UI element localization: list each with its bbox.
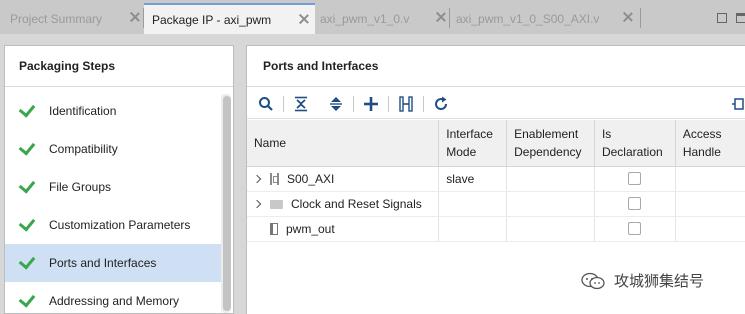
expand-all-icon[interactable]: [327, 95, 345, 113]
toolbar-divider: [283, 96, 284, 112]
is-declaration-cell: [594, 166, 676, 192]
tab-label: Package IP - axi_pwm: [152, 12, 272, 27]
ports-toolbar: [247, 89, 745, 119]
toolbar-divider: [423, 96, 424, 112]
step-identification[interactable]: Identification: [5, 92, 221, 130]
column-header-access-handle[interactable]: Access Handle: [675, 120, 745, 167]
ports-table: Name Interface Mode Enablement Dependency …: [247, 120, 745, 242]
is-declaration-checkbox[interactable]: [628, 197, 642, 210]
editor-tab-bar: Project Summary Package IP - axi_pwm axi…: [0, 0, 745, 34]
is-declaration-cell: [594, 216, 676, 242]
interface-mode-cell: [438, 191, 508, 217]
column-header-is-declaration[interactable]: Is Declaration: [594, 120, 676, 167]
column-header-name[interactable]: Name: [247, 120, 440, 167]
column-header-label: Declaration: [601, 144, 663, 159]
table-row[interactable]: S00_AXI slave: [247, 166, 745, 192]
column-header-label: Mode: [446, 144, 477, 159]
column-header-label: Interface: [446, 126, 493, 141]
maximize-icon[interactable]: [736, 13, 745, 23]
interface-icon[interactable]: [397, 95, 415, 113]
table-header-row: Name Interface Mode Enablement Dependency …: [247, 120, 745, 167]
column-header-label: Handle: [682, 144, 721, 159]
watermark: 攻城狮集结号: [580, 270, 704, 291]
port-icon: [270, 222, 278, 235]
tab-label: axi_pwm_v1_0.v: [320, 11, 410, 26]
settings-icon[interactable]: [730, 95, 745, 113]
step-label: Ports and Interfaces: [49, 256, 157, 270]
tab-package-ip[interactable]: Package IP - axi_pwm: [144, 3, 315, 34]
row-name: pwm_out: [286, 221, 335, 236]
step-label: Addressing and Memory: [49, 294, 180, 308]
column-header-label: Access: [682, 126, 722, 141]
add-icon[interactable]: [362, 95, 380, 113]
enablement-cell: [506, 191, 595, 217]
check-icon: [18, 289, 36, 308]
row-name: Clock and Reset Signals: [291, 196, 422, 211]
column-header-label: Name: [254, 135, 287, 150]
column-header-label: Enablement: [514, 126, 579, 141]
chevron-right-icon[interactable]: [252, 174, 262, 183]
access-handle-cell: [675, 216, 745, 242]
step-label: Compatibility: [49, 142, 118, 156]
check-icon: [18, 137, 36, 156]
is-declaration-checkbox[interactable]: [628, 222, 642, 235]
step-label: Customization Parameters: [49, 218, 191, 232]
toolbar-divider: [353, 96, 354, 112]
close-icon[interactable]: [436, 12, 446, 22]
access-handle-cell: [675, 166, 745, 192]
tab-label: axi_pwm_v1_0_S00_AXI.v: [456, 11, 600, 26]
enablement-cell: [506, 166, 595, 192]
row-name: S00_AXI: [287, 171, 335, 186]
search-icon[interactable]: [257, 95, 275, 113]
interface-mode-cell: [438, 216, 508, 242]
tab-axi-pwm-v1-0[interactable]: axi_pwm_v1_0.v: [316, 3, 448, 34]
collapse-all-icon[interactable]: [292, 95, 310, 113]
access-handle-cell: [675, 191, 745, 217]
table-row[interactable]: pwm_out: [247, 216, 745, 242]
enablement-cell: [506, 216, 595, 242]
column-header-enablement-dependency[interactable]: Enablement Dependency: [506, 120, 595, 167]
close-icon[interactable]: [623, 12, 633, 22]
column-header-label: Dependency: [514, 144, 582, 159]
check-icon: [18, 175, 36, 194]
check-icon: [18, 99, 36, 118]
steps-scrollbar-thumb[interactable]: [223, 96, 231, 311]
column-header-label: Is: [601, 126, 612, 141]
step-addressing-and-memory[interactable]: Addressing and Memory: [5, 282, 221, 314]
tab-axi-pwm-s00-axi[interactable]: axi_pwm_v1_0_S00_AXI.v: [450, 3, 640, 34]
column-header-interface-mode[interactable]: Interface Mode: [438, 120, 508, 167]
bus-interface-icon: [270, 172, 279, 185]
toolbar-divider: [388, 96, 389, 112]
chevron-right-icon[interactable]: [252, 199, 262, 208]
interface-mode-cell: slave: [438, 166, 508, 192]
packaging-steps-list: Identification Compatibility File Groups…: [5, 92, 221, 314]
is-declaration-cell: [594, 191, 676, 217]
check-icon: [18, 251, 36, 270]
tab-divider: [640, 8, 641, 28]
step-file-groups[interactable]: File Groups: [5, 168, 221, 206]
ports-and-interfaces-title: Ports and Interfaces: [247, 46, 745, 87]
step-customization-parameters[interactable]: Customization Parameters: [5, 206, 221, 244]
step-label: File Groups: [49, 180, 112, 194]
table-row[interactable]: Clock and Reset Signals: [247, 191, 745, 217]
wechat-icon: [581, 272, 605, 289]
step-compatibility[interactable]: Compatibility: [5, 130, 221, 168]
step-label: Identification: [49, 104, 117, 118]
is-declaration-checkbox[interactable]: [628, 172, 642, 185]
step-ports-and-interfaces[interactable]: Ports and Interfaces: [5, 244, 221, 282]
tab-label: Project Summary: [10, 11, 103, 26]
watermark-text: 攻城狮集结号: [614, 273, 705, 290]
close-icon[interactable]: [130, 12, 140, 22]
tab-project-summary[interactable]: Project Summary: [0, 3, 142, 34]
close-icon[interactable]: [299, 14, 309, 24]
restore-icon[interactable]: [717, 13, 727, 23]
packaging-steps-panel: Packaging Steps Identification Compatibi…: [4, 45, 234, 314]
refresh-icon[interactable]: [432, 95, 450, 113]
packaging-steps-title: Packaging Steps: [5, 46, 233, 87]
check-icon: [18, 213, 36, 232]
folder-icon: [270, 200, 283, 209]
